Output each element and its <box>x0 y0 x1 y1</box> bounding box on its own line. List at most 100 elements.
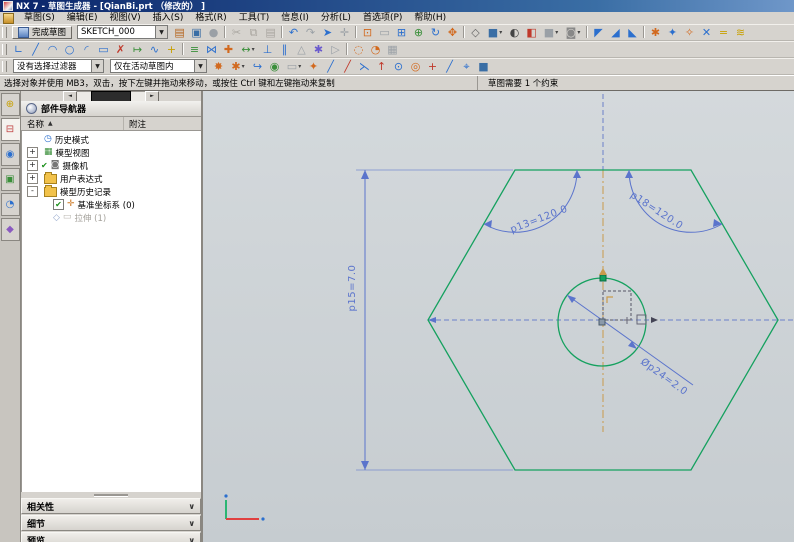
section-details[interactable]: 细节 <box>21 515 201 531</box>
column-name[interactable]: 名称 ▲ <box>21 117 124 130</box>
tree-model-history[interactable]: - 模型历史记录 <box>22 184 201 198</box>
convert-reference-icon[interactable]: ◌ <box>350 42 367 56</box>
grid-icon[interactable]: ✧ <box>681 25 698 39</box>
angle-left-label[interactable]: p13=120.0 <box>509 204 570 236</box>
shaded-work-icon[interactable]: ■ <box>475 59 492 73</box>
system-materials-tab[interactable]: ◔ <box>0 193 20 216</box>
section-dependencies[interactable]: 相关性 <box>21 498 201 514</box>
relations-browser-icon[interactable]: ▦ <box>384 42 401 56</box>
tree-extrude[interactable]: 拉伸 (1) <box>22 211 201 224</box>
display-part-icon[interactable]: ● <box>205 25 222 39</box>
quick-extend-icon[interactable]: ↦ <box>129 42 146 56</box>
angle-right-label[interactable]: p18=120.0 <box>628 190 685 232</box>
menu-insert[interactable]: 插入(S) <box>147 12 190 24</box>
chevron-down-icon[interactable]: ▼ <box>155 26 168 38</box>
selection-icon[interactable]: ➤ <box>319 25 336 39</box>
intersection-point-icon[interactable]: ✚ <box>220 42 237 56</box>
redo-icon[interactable]: ↷ <box>302 25 319 39</box>
inferred-dimension-icon[interactable]: ↔ <box>237 42 259 56</box>
center-point-handle[interactable] <box>598 318 606 326</box>
paste-icon[interactable]: ▤ <box>262 25 279 39</box>
menu-info[interactable]: 信息(I) <box>275 12 315 24</box>
tree-datum-csys[interactable]: 基准坐标系 (0) <box>22 198 201 211</box>
chevron-down-icon[interactable]: ▼ <box>194 60 206 72</box>
line-icon[interactable]: ╱ <box>27 42 44 56</box>
menu-format[interactable]: 格式(R) <box>189 12 232 24</box>
face-view-icon[interactable]: ◙ <box>562 25 584 39</box>
section-icon[interactable]: ◧ <box>523 25 540 39</box>
selection-rect[interactable] <box>602 290 632 321</box>
cut-icon[interactable]: ✂ <box>228 25 245 39</box>
menu-edit[interactable]: 编辑(E) <box>61 12 104 24</box>
chevron-down-icon[interactable] <box>189 502 196 511</box>
section-preview[interactable]: 预览 <box>21 532 201 542</box>
rotate-view-icon[interactable]: ↻ <box>427 25 444 39</box>
delayed-evaluation-icon[interactable]: ▭ <box>283 59 305 73</box>
column-note[interactable]: 附注 <box>124 118 146 130</box>
tree-user-expressions[interactable]: + 用户表达式 <box>22 171 201 185</box>
arc-center-icon[interactable]: ↑ <box>373 59 390 73</box>
tree-expander-icon[interactable]: + <box>27 173 38 184</box>
undo-icon[interactable]: ↶ <box>285 25 302 39</box>
menu-tools[interactable]: 工具(T) <box>233 12 276 24</box>
touch-mode-icon[interactable]: ✛ <box>336 25 353 39</box>
scroll-track[interactable] <box>131 90 145 102</box>
point-on-line-icon[interactable]: ╱ <box>441 59 458 73</box>
diameter-dimension[interactable]: Øp24=2.0 <box>566 294 694 398</box>
circle-top-handle[interactable] <box>599 274 607 282</box>
web-browser-tab[interactable]: ◉ <box>0 143 20 166</box>
circle-icon[interactable]: ○ <box>61 42 78 56</box>
toolbar-grip[interactable] <box>2 26 7 38</box>
tree-history-mode[interactable]: 历史模式 <box>22 133 201 146</box>
fillet-icon[interactable]: ◜ <box>78 42 95 56</box>
sketch-name-select[interactable]: SKETCH_000 ▼ <box>77 25 169 39</box>
tree-cameras[interactable]: + 摄像机 <box>22 159 201 172</box>
snap-point-options-icon[interactable]: ✱ <box>227 59 249 73</box>
tree-expander-icon[interactable]: + <box>27 147 38 158</box>
orient-to-sketch-icon[interactable]: ◉ <box>266 59 283 73</box>
offset-curve-icon[interactable]: ≡ <box>186 42 203 56</box>
orient-view-front-icon[interactable]: ◢ <box>607 25 624 39</box>
menu-preferences[interactable]: 首选项(P) <box>357 12 408 24</box>
existing-point-icon[interactable]: ◎ <box>407 59 424 73</box>
scroll-right-icon[interactable]: ► <box>145 90 159 102</box>
tree-expander-icon[interactable]: + <box>27 160 38 171</box>
title-bar[interactable]: NX 7 - 草图生成器 - [QianBi.prt （修改的） ] <box>0 0 794 12</box>
mirror-curve-icon[interactable]: ⋈ <box>203 42 220 56</box>
zoom-icon[interactable]: ▭ <box>376 25 393 39</box>
tree-model-views[interactable]: + 模型视图 <box>22 146 201 159</box>
wireframe-icon[interactable]: ◇ <box>467 25 484 39</box>
part-navigator-tab[interactable]: ⊟ <box>0 118 20 141</box>
angle-dimension-left[interactable]: p13=120.0 <box>483 169 581 236</box>
show-constraints-icon[interactable]: △ <box>293 42 310 56</box>
menu-help[interactable]: 帮助(H) <box>408 12 452 24</box>
chevron-down-icon[interactable] <box>189 519 196 528</box>
point-icon[interactable]: + <box>163 42 180 56</box>
selection-filter-select[interactable]: 没有选择过滤器 ▼ <box>13 59 104 73</box>
mid-point-icon[interactable]: ╱ <box>322 59 339 73</box>
end-point-icon[interactable]: ✦ <box>305 59 322 73</box>
angle-dimension-right[interactable]: p18=120.0 <box>625 169 723 233</box>
snap-point-enable-icon[interactable]: ✸ <box>210 59 227 73</box>
copy-icon[interactable]: ⧉ <box>245 25 262 39</box>
height-dimension-label[interactable]: p15=7.0 <box>347 265 358 312</box>
shaded-icon[interactable]: ■ <box>484 25 506 39</box>
render-style-icon[interactable]: ◐ <box>506 25 523 39</box>
cursor-location-icon[interactable]: ⌖ <box>458 59 475 73</box>
orient-view-iso-icon[interactable]: ◣ <box>624 25 641 39</box>
chevron-down-icon[interactable]: ▼ <box>91 60 103 72</box>
orient-view-top-icon[interactable]: ◤ <box>590 25 607 39</box>
zoom-window-icon[interactable]: ⊞ <box>393 25 410 39</box>
toolbar-grip[interactable] <box>2 43 7 55</box>
graphics-viewport[interactable]: p15=7.0 p13=120.0 p18=120.0 Øp24=2.0 <box>203 91 794 542</box>
intersection-snap-icon[interactable]: ⋋ <box>356 59 373 73</box>
profile-icon[interactable]: ∟ <box>10 42 27 56</box>
menu-sketch[interactable]: 草图(S) <box>18 12 61 24</box>
chevron-down-icon[interactable] <box>189 536 196 542</box>
constraints-icon[interactable]: ⊥ <box>259 42 276 56</box>
arc-icon[interactable]: ◠ <box>44 42 61 56</box>
reattach-icon[interactable]: ↪ <box>249 59 266 73</box>
history-palette-tab[interactable]: ▣ <box>0 168 20 191</box>
roles-tab[interactable]: ◆ <box>0 218 20 241</box>
make-symmetric-icon[interactable]: ∥ <box>276 42 293 56</box>
